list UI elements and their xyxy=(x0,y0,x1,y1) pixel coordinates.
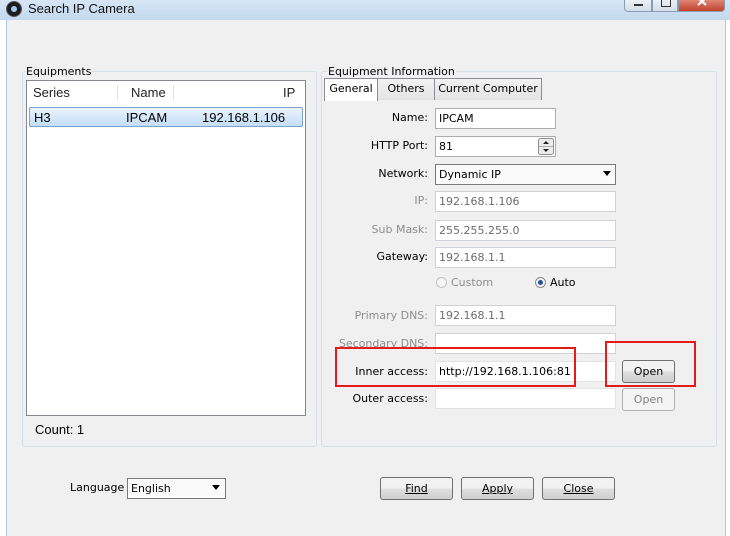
outer-access-field[interactable] xyxy=(435,388,616,409)
maximize-icon xyxy=(661,0,671,7)
http-port-value: 81 xyxy=(439,140,453,153)
equipments-group-label: Equipments xyxy=(25,65,93,78)
tab-general[interactable]: General xyxy=(324,78,378,101)
dns-auto-label: Auto xyxy=(550,276,576,289)
tab-current-computer[interactable]: Current Computer xyxy=(434,78,542,100)
primary-dns-label: Primary DNS: xyxy=(354,309,428,322)
highlight-inner-access xyxy=(335,347,576,387)
ip-label: IP: xyxy=(414,194,428,207)
apply-button[interactable]: Apply xyxy=(461,477,534,500)
equipment-list[interactable]: Series Name IP H3 IPCAM 192.168.1.106 xyxy=(26,80,306,416)
camera-app-icon xyxy=(6,1,22,17)
find-button[interactable]: Find xyxy=(380,477,453,500)
network-select[interactable]: Dynamic IP xyxy=(435,164,616,185)
http-port-spinner[interactable] xyxy=(538,138,554,155)
column-separator[interactable] xyxy=(173,85,174,101)
sub-mask-label: Sub Mask: xyxy=(371,223,428,236)
equipment-info-group-label: Equipment Information xyxy=(327,65,456,78)
http-port-label: HTTP Port: xyxy=(370,139,428,152)
maximize-button[interactable] xyxy=(652,0,678,12)
tab-others[interactable]: Others xyxy=(377,78,435,100)
dns-auto-radio[interactable] xyxy=(535,277,546,288)
apply-button-label: Apply xyxy=(481,482,514,495)
name-label: Name: xyxy=(391,111,428,124)
sub-mask-field[interactable]: 255.255.255.0 xyxy=(435,220,616,241)
outer-access-label: Outer access: xyxy=(352,392,428,405)
minimize-button[interactable] xyxy=(624,0,652,12)
minimize-icon xyxy=(634,4,643,6)
column-header-name[interactable]: Name xyxy=(131,81,166,104)
column-header-ip[interactable]: IP xyxy=(283,81,295,104)
dns-custom-label: Custom xyxy=(451,276,494,289)
window-title: Search IP Camera xyxy=(28,1,135,16)
table-row[interactable]: H3 IPCAM 192.168.1.106 xyxy=(29,107,303,127)
gateway-field[interactable]: 192.168.1.1 xyxy=(435,247,616,268)
open-outer-button[interactable]: Open xyxy=(622,388,675,411)
gateway-label: Gateway: xyxy=(376,250,429,263)
column-separator[interactable] xyxy=(117,85,118,101)
close-button-label: Close xyxy=(563,482,594,495)
network-value: Dynamic IP xyxy=(439,168,501,181)
primary-dns-field[interactable]: 192.168.1.1 xyxy=(435,305,616,326)
name-field[interactable]: IPCAM xyxy=(435,108,556,129)
row-series: H3 xyxy=(34,110,51,125)
close-button[interactable] xyxy=(678,0,725,12)
ip-field[interactable]: 192.168.1.106 xyxy=(435,191,616,212)
language-label: Language xyxy=(70,481,125,494)
dropdown-arrow-icon xyxy=(212,485,220,490)
find-button-label: Find xyxy=(405,482,428,495)
dropdown-arrow-icon xyxy=(603,171,611,176)
count-label: Count: 1 xyxy=(35,422,85,437)
network-label: Network: xyxy=(378,167,428,180)
language-value: English xyxy=(131,482,171,495)
highlight-open-button xyxy=(605,341,696,387)
row-ip: 192.168.1.106 xyxy=(202,110,286,125)
row-name: IPCAM xyxy=(126,110,168,125)
dns-custom-radio[interactable] xyxy=(436,277,447,288)
close-icon xyxy=(697,0,707,6)
close-dialog-button[interactable]: Close xyxy=(542,477,615,500)
column-header-series[interactable]: Series xyxy=(33,81,70,104)
